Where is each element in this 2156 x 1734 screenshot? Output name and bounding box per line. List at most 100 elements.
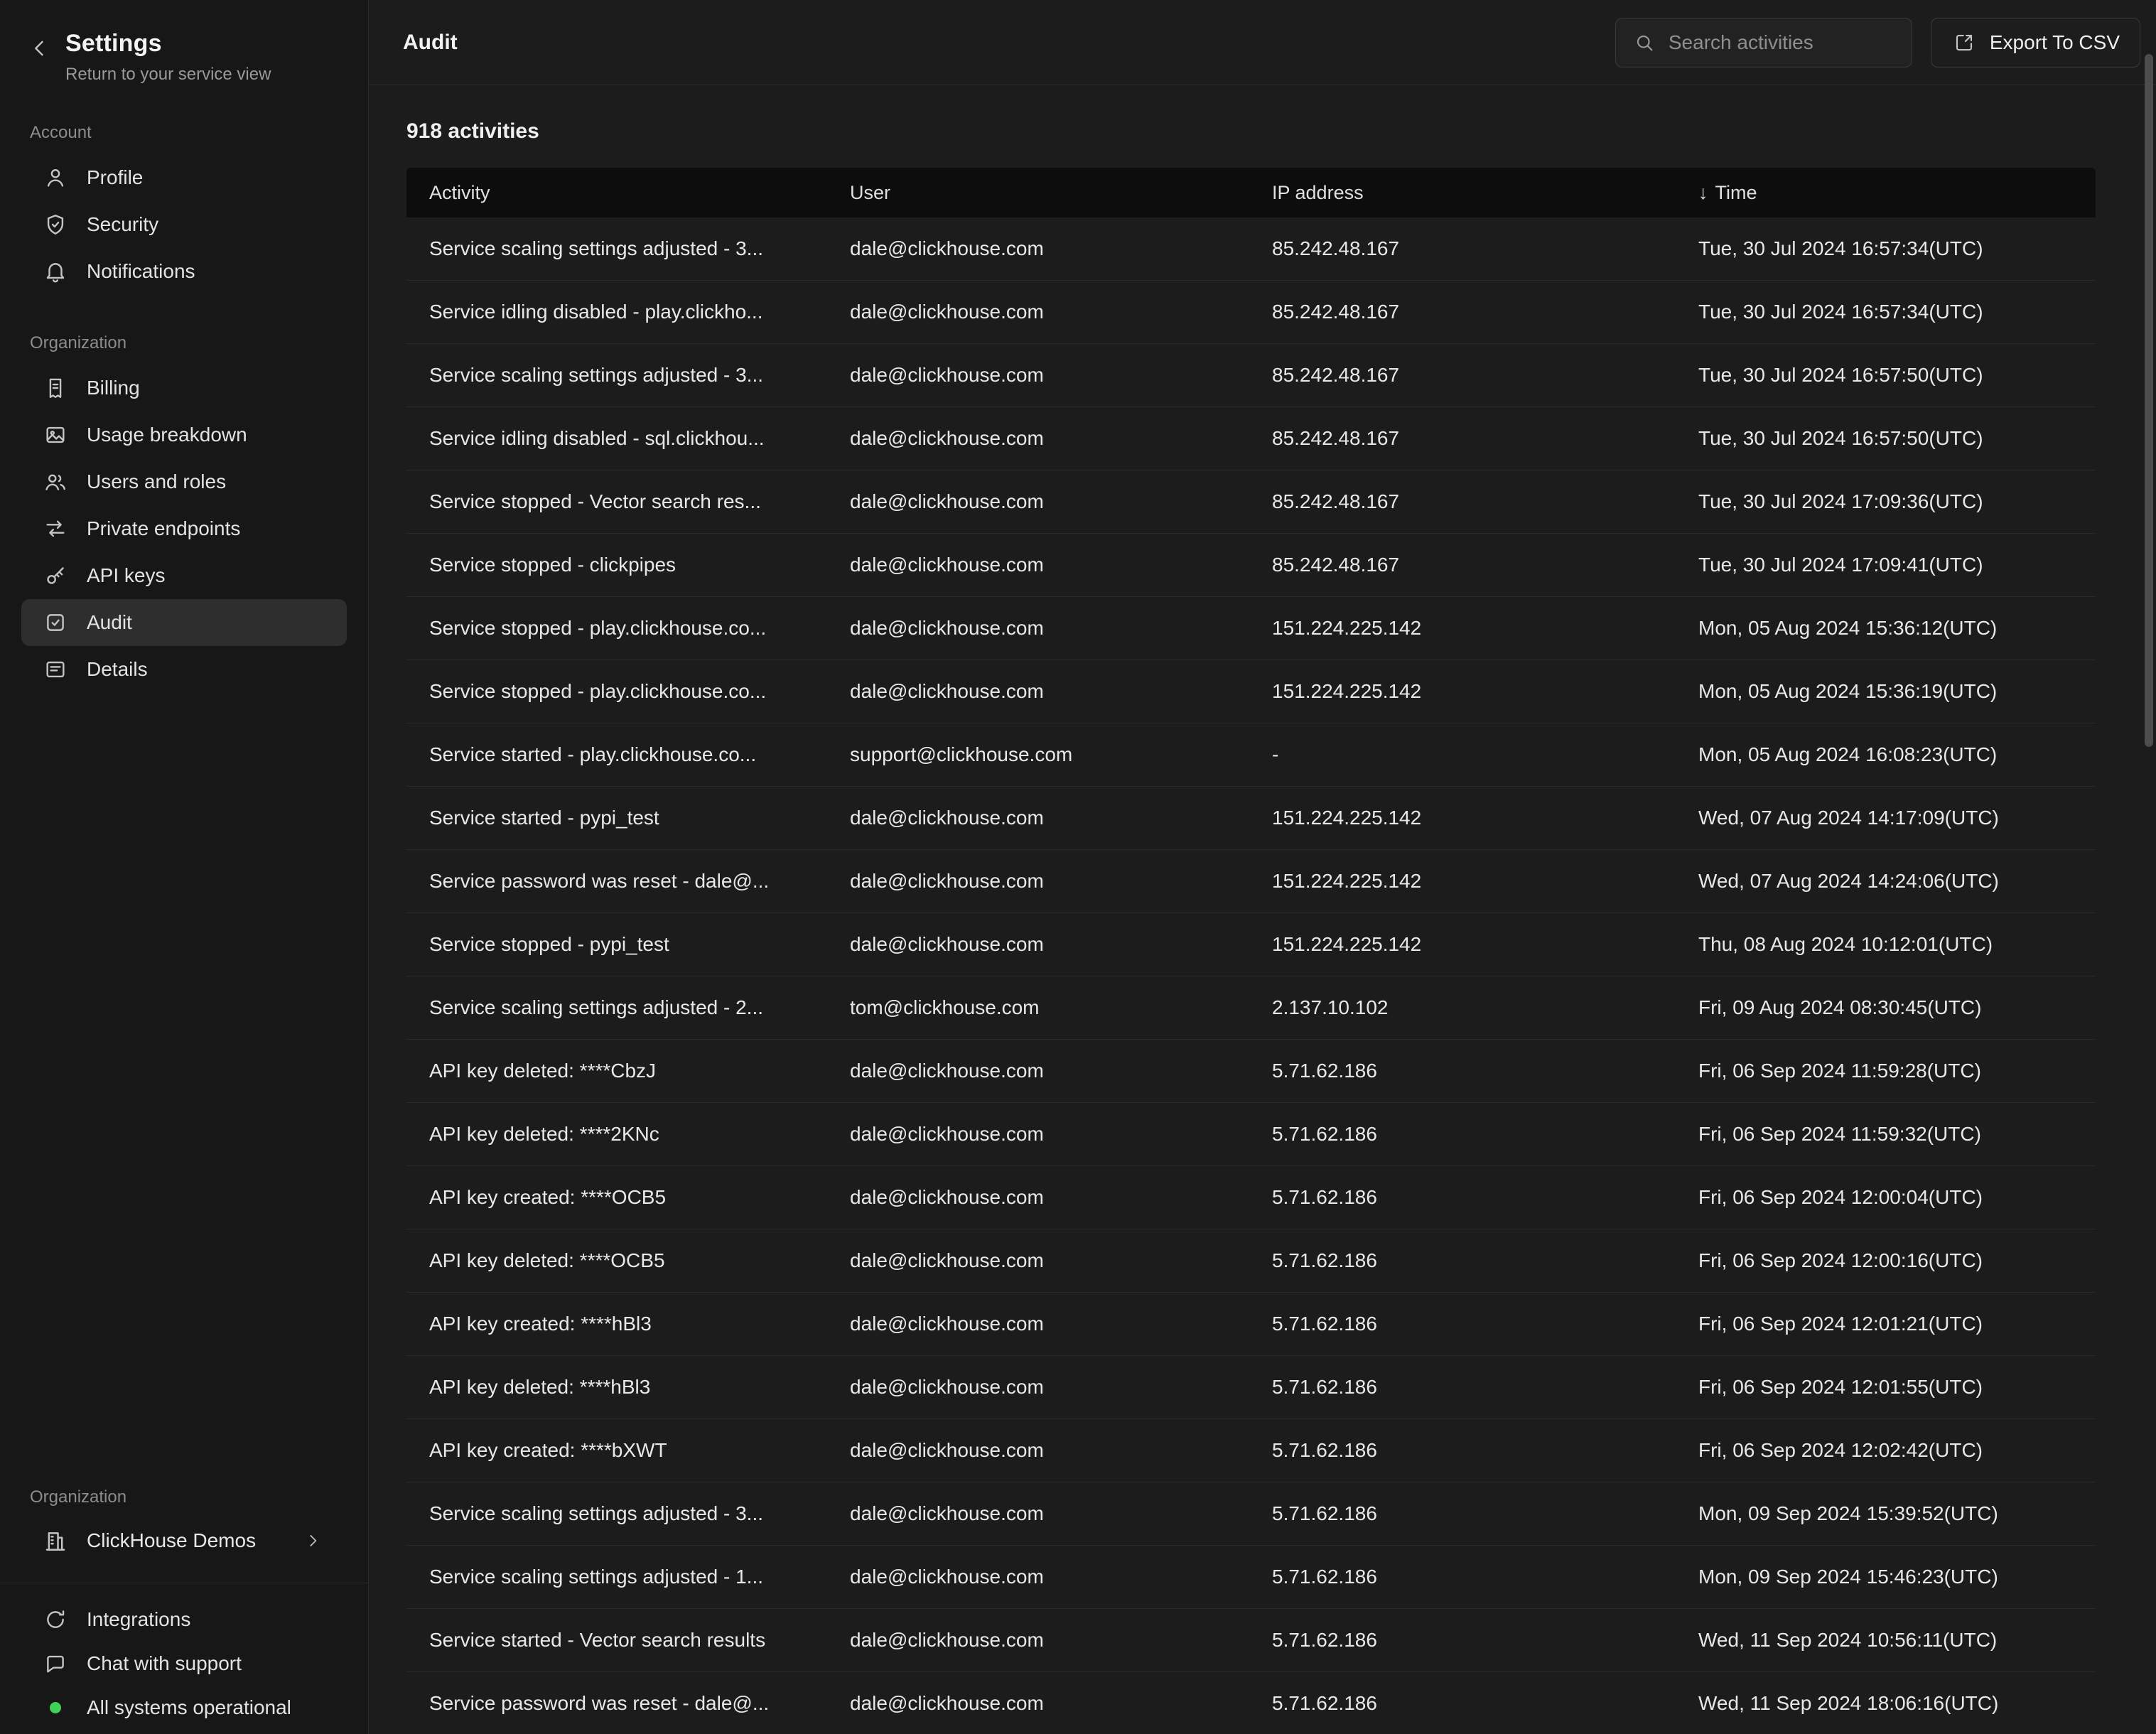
system-status-link[interactable]: All systems operational xyxy=(21,1686,347,1730)
search-input[interactable] xyxy=(1669,31,1896,54)
cell-ip-address: 5.71.62.186 xyxy=(1249,1186,1676,1209)
table-row[interactable]: Service scaling settings adjusted - 3...… xyxy=(406,1482,2096,1546)
integrations-link[interactable]: Integrations xyxy=(21,1598,347,1642)
return-to-service-link[interactable]: Return to your service view xyxy=(65,65,271,85)
cell-time: Wed, 07 Aug 2024 14:24:06(UTC) xyxy=(1676,870,2096,893)
cell-time: Fri, 06 Sep 2024 11:59:32(UTC) xyxy=(1676,1123,2096,1146)
column-header-user[interactable]: User xyxy=(827,182,1249,204)
table-row[interactable]: Service idling disabled - play.clickho..… xyxy=(406,281,2096,344)
cell-ip-address: 5.71.62.186 xyxy=(1249,1502,1676,1525)
cell-activity: API key created: ****OCB5 xyxy=(406,1186,827,1209)
table-row[interactable]: Service stopped - play.clickhouse.co... … xyxy=(406,597,2096,660)
cell-time: Wed, 07 Aug 2024 14:17:09(UTC) xyxy=(1676,807,2096,829)
cell-time: Mon, 09 Sep 2024 15:39:52(UTC) xyxy=(1676,1502,2096,1525)
user-icon xyxy=(43,165,68,190)
sidebar-item-usage-breakdown[interactable]: Usage breakdown xyxy=(21,411,347,458)
cell-user: dale@clickhouse.com xyxy=(827,1629,1249,1652)
cell-user: dale@clickhouse.com xyxy=(827,427,1249,450)
cell-time: Fri, 06 Sep 2024 12:01:55(UTC) xyxy=(1676,1376,2096,1399)
table-row[interactable]: API key deleted: ****CbzJ dale@clickhous… xyxy=(406,1040,2096,1103)
table-row[interactable]: API key created: ****bXWT dale@clickhous… xyxy=(406,1419,2096,1482)
column-label: User xyxy=(850,182,890,204)
cell-user: dale@clickhouse.com xyxy=(827,807,1249,829)
table-row[interactable]: Service scaling settings adjusted - 2...… xyxy=(406,976,2096,1040)
org-switcher-button[interactable]: ClickHouse Demos xyxy=(21,1517,347,1564)
cell-ip-address: 2.137.10.102 xyxy=(1249,996,1676,1019)
sidebar-item-api-keys[interactable]: API keys xyxy=(21,552,347,599)
table-row[interactable]: Service scaling settings adjusted - 1...… xyxy=(406,1546,2096,1609)
cell-ip-address: 5.71.62.186 xyxy=(1249,1313,1676,1335)
cell-time: Fri, 06 Sep 2024 12:01:21(UTC) xyxy=(1676,1313,2096,1335)
table-row[interactable]: Service password was reset - dale@... da… xyxy=(406,1672,2096,1734)
column-header-activity[interactable]: Activity xyxy=(406,182,827,204)
cell-time: Tue, 30 Jul 2024 16:57:50(UTC) xyxy=(1676,364,2096,387)
cell-user: dale@clickhouse.com xyxy=(827,1313,1249,1335)
usage-icon xyxy=(43,422,68,448)
header-actions: Export To CSV xyxy=(1615,18,2140,68)
audit-table: Activity User IP address ↓ Time Service … xyxy=(406,168,2096,1734)
cell-ip-address: - xyxy=(1249,743,1676,766)
column-header-time[interactable]: ↓ Time xyxy=(1676,182,2096,204)
cell-time: Tue, 30 Jul 2024 16:57:34(UTC) xyxy=(1676,301,2096,323)
search-box[interactable] xyxy=(1615,18,1912,68)
chat-with-support-link[interactable]: Chat with support xyxy=(21,1642,347,1686)
table-row[interactable]: API key created: ****OCB5 dale@clickhous… xyxy=(406,1166,2096,1229)
table-row[interactable]: Service scaling settings adjusted - 3...… xyxy=(406,344,2096,407)
cell-ip-address: 85.242.48.167 xyxy=(1249,554,1676,576)
sidebar-item-private-endpoints[interactable]: Private endpoints xyxy=(21,505,347,552)
cell-time: Tue, 30 Jul 2024 17:09:41(UTC) xyxy=(1676,554,2096,576)
table-row[interactable]: Service stopped - Vector search res... d… xyxy=(406,470,2096,534)
cell-user: dale@clickhouse.com xyxy=(827,1566,1249,1588)
cell-user: dale@clickhouse.com xyxy=(827,554,1249,576)
table-row[interactable]: Service started - play.clickhouse.co... … xyxy=(406,723,2096,787)
sidebar-item-label: API keys xyxy=(87,564,165,587)
organization-nav: Billing Usage breakdown Users and roles … xyxy=(0,365,368,693)
table-row[interactable]: Service started - pypi_test dale@clickho… xyxy=(406,787,2096,850)
sidebar-item-details[interactable]: Details xyxy=(21,646,347,693)
sidebar-item-audit[interactable]: Audit xyxy=(21,599,347,646)
cell-ip-address: 151.224.225.142 xyxy=(1249,807,1676,829)
cell-ip-address: 151.224.225.142 xyxy=(1249,933,1676,956)
table-row[interactable]: API key deleted: ****2KNc dale@clickhous… xyxy=(406,1103,2096,1166)
activities-count: 918 activities xyxy=(406,119,2096,144)
sidebar-header: Settings Return to your service view xyxy=(0,30,368,85)
sidebar-item-users-and-roles[interactable]: Users and roles xyxy=(21,458,347,505)
cell-user: dale@clickhouse.com xyxy=(827,237,1249,260)
main-header: Audit Export To CSV xyxy=(369,0,2156,85)
sidebar-item-billing[interactable]: Billing xyxy=(21,365,347,411)
sidebar-item-label: Usage breakdown xyxy=(87,424,247,446)
cell-user: tom@clickhouse.com xyxy=(827,996,1249,1019)
column-header-ip-address[interactable]: IP address xyxy=(1249,182,1676,204)
system-status-label: All systems operational xyxy=(87,1696,291,1719)
sidebar-item-security[interactable]: Security xyxy=(21,201,347,248)
sidebar: Settings Return to your service view Acc… xyxy=(0,0,369,1734)
shield-icon xyxy=(43,212,68,237)
table-row[interactable]: Service password was reset - dale@... da… xyxy=(406,850,2096,913)
back-button[interactable] xyxy=(27,30,53,61)
cell-time: Mon, 05 Aug 2024 15:36:12(UTC) xyxy=(1676,617,2096,640)
table-row[interactable]: API key created: ****hBl3 dale@clickhous… xyxy=(406,1293,2096,1356)
table-row[interactable]: Service stopped - pypi_test dale@clickho… xyxy=(406,913,2096,976)
export-csv-button[interactable]: Export To CSV xyxy=(1931,18,2140,68)
footer-item-label: Chat with support xyxy=(87,1652,242,1675)
cell-time: Thu, 08 Aug 2024 10:12:01(UTC) xyxy=(1676,933,2096,956)
cell-activity: API key deleted: ****OCB5 xyxy=(406,1249,827,1272)
details-icon xyxy=(43,657,68,682)
table-body: Service scaling settings adjusted - 3...… xyxy=(406,217,2096,1734)
sidebar-item-label: Private endpoints xyxy=(87,517,240,540)
table-row[interactable]: API key deleted: ****OCB5 dale@clickhous… xyxy=(406,1229,2096,1293)
table-row[interactable]: Service scaling settings adjusted - 3...… xyxy=(406,217,2096,281)
sidebar-item-notifications[interactable]: Notifications xyxy=(21,248,347,295)
table-row[interactable]: API key deleted: ****hBl3 dale@clickhous… xyxy=(406,1356,2096,1419)
vertical-scrollbar[interactable] xyxy=(2145,54,2153,747)
sidebar-item-profile[interactable]: Profile xyxy=(21,154,347,201)
table-row[interactable]: Service idling disabled - sql.clickhou..… xyxy=(406,407,2096,470)
table-row[interactable]: Service stopped - play.clickhouse.co... … xyxy=(406,660,2096,723)
sidebar-footer: Integrations Chat with support All syste… xyxy=(0,1583,368,1734)
table-row[interactable]: Service started - Vector search results … xyxy=(406,1609,2096,1672)
cell-activity: API key deleted: ****2KNc xyxy=(406,1123,827,1146)
table-row[interactable]: Service stopped - clickpipes dale@clickh… xyxy=(406,534,2096,597)
cell-ip-address: 151.224.225.142 xyxy=(1249,870,1676,893)
cell-ip-address: 85.242.48.167 xyxy=(1249,490,1676,513)
cell-activity: Service started - play.clickhouse.co... xyxy=(406,743,827,766)
